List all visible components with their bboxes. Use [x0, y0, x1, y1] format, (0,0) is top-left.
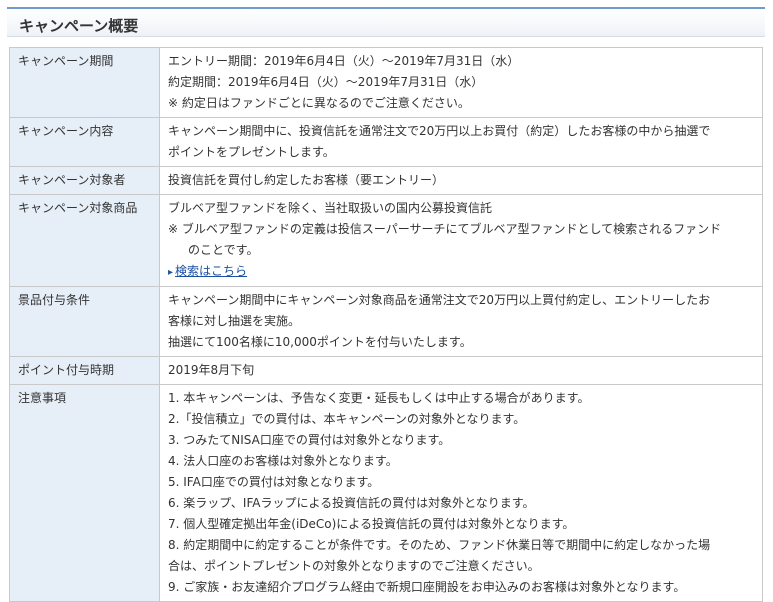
- period-note: ※ 約定日はファンドごとに異なるのでご注意ください。: [168, 96, 470, 110]
- value-period: エントリー期間：2019年6月4日（火）～2019年7月31日（水） 約定期間：…: [159, 47, 763, 118]
- note-item-4: 4. 法人口座のお客様は対象外となります。: [168, 454, 398, 468]
- label-notes: 注意事項: [9, 384, 160, 602]
- label-content: キャンペーン内容: [9, 117, 160, 167]
- row-timing: ポイント付与時期 2019年8月下旬: [9, 356, 763, 385]
- note-item-7: 7. 個人型確定拠出年金(iDeCo)による投資信託の買付は対象外となります。: [168, 517, 575, 531]
- row-conditions: 景品付与条件 キャンペーン期間中にキャンペーン対象商品を通常注文で20万円以上買…: [9, 286, 763, 357]
- label-products: キャンペーン対象商品: [9, 194, 160, 287]
- execution-period-text: 約定期間：2019年6月4日（火）～2019年7月31日（水）: [168, 75, 484, 89]
- campaign-table: キャンペーン期間 エントリー期間：2019年6月4日（火）～2019年7月31日…: [9, 47, 763, 602]
- note-item-8-cont: 合は、ポイントプレゼントの対象外となりますのでご注意ください。: [168, 559, 540, 573]
- value-content: キャンペーン期間中に、投資信託を通常注文で20万円以上お買付（約定）したお客様の…: [159, 117, 763, 167]
- target-text: 投資信託を買付し約定したお客様（要エントリー）: [168, 173, 445, 187]
- note-item-8: 8. 約定期間中に約定することが条件です。そのため、ファンド休業日等で期間中に約…: [168, 538, 711, 552]
- products-text: ブルベア型ファンドを除く、当社取扱いの国内公募投資信託: [168, 201, 493, 215]
- content-line-2: ポイントをプレゼントします。: [168, 145, 335, 159]
- label-timing: ポイント付与時期: [9, 356, 160, 385]
- row-content: キャンペーン内容 キャンペーン期間中に、投資信託を通常注文で20万円以上お買付（…: [9, 117, 763, 167]
- note-item-1: 1. 本キャンペーンは、予告なく変更・延長もしくは中止する場合があります。: [168, 391, 590, 405]
- value-notes: 1. 本キャンペーンは、予告なく変更・延長もしくは中止する場合があります。 2.…: [159, 384, 763, 602]
- timing-text: 2019年8月下旬: [168, 363, 255, 377]
- content-line-1: キャンペーン期間中に、投資信託を通常注文で20万円以上お買付（約定）したお客様の…: [168, 124, 711, 138]
- note-item-3: 3. つみたてNISA口座での買付は対象外となります。: [168, 433, 451, 447]
- note-item-2: 2.「投信積立」での買付は、本キャンペーンの対象外となります。: [168, 412, 526, 426]
- value-target: 投資信託を買付し約定したお客様（要エントリー）: [159, 166, 763, 195]
- value-products: ブルベア型ファンドを除く、当社取扱いの国内公募投資信託 ※ ブルベア型ファンドの…: [159, 194, 763, 287]
- label-period: キャンペーン期間: [9, 47, 160, 118]
- campaign-overview: キャンペーン概要 キャンペーン期間 エントリー期間：2019年6月4日（火）～2…: [0, 0, 773, 602]
- label-conditions: 景品付与条件: [9, 286, 160, 357]
- section-header: キャンペーン概要: [7, 7, 765, 37]
- row-notes: 注意事項 1. 本キャンペーンは、予告なく変更・延長もしくは中止する場合がありま…: [9, 384, 763, 602]
- search-link[interactable]: 検索はこちら: [175, 264, 247, 278]
- conditions-line-1: キャンペーン期間中にキャンペーン対象商品を通常注文で20万円以上買付約定し、エン…: [168, 293, 711, 307]
- products-note-line-1: ※ ブルベア型ファンドの定義は投信スーパーサーチにてブルベア型ファンドとして検索…: [168, 222, 722, 236]
- row-target: キャンペーン対象者 投資信託を買付し約定したお客様（要エントリー）: [9, 166, 763, 195]
- note-item-9: 9. ご家族・お友達紹介プログラム経由で新規口座開設をお申込みのお客様は対象外と…: [168, 580, 686, 594]
- arrow-right-icon: ▸: [168, 267, 174, 278]
- row-period: キャンペーン期間 エントリー期間：2019年6月4日（火）～2019年7月31日…: [9, 47, 763, 118]
- search-link-row: ▸ 検索はこちら: [168, 261, 754, 283]
- section-title: キャンペーン概要: [19, 17, 139, 35]
- products-note-line-2: のことです。: [188, 243, 259, 257]
- label-target: キャンペーン対象者: [9, 166, 160, 195]
- entry-period-text: エントリー期間：2019年6月4日（火）～2019年7月31日（水）: [168, 54, 520, 68]
- note-item-5: 5. IFA口座での買付は対象となります。: [168, 475, 380, 489]
- conditions-line-3: 抽選にて100名様に10,000ポイントを付与いたします。: [168, 335, 472, 349]
- row-products: キャンペーン対象商品 ブルベア型ファンドを除く、当社取扱いの国内公募投資信託 ※…: [9, 194, 763, 287]
- note-item-6: 6. 楽ラップ、IFAラップによる投資信託の買付は対象外となります。: [168, 496, 535, 510]
- value-timing: 2019年8月下旬: [159, 356, 763, 385]
- conditions-line-2: 客様に対し抽選を実施。: [168, 314, 301, 328]
- value-conditions: キャンペーン期間中にキャンペーン対象商品を通常注文で20万円以上買付約定し、エン…: [159, 286, 763, 357]
